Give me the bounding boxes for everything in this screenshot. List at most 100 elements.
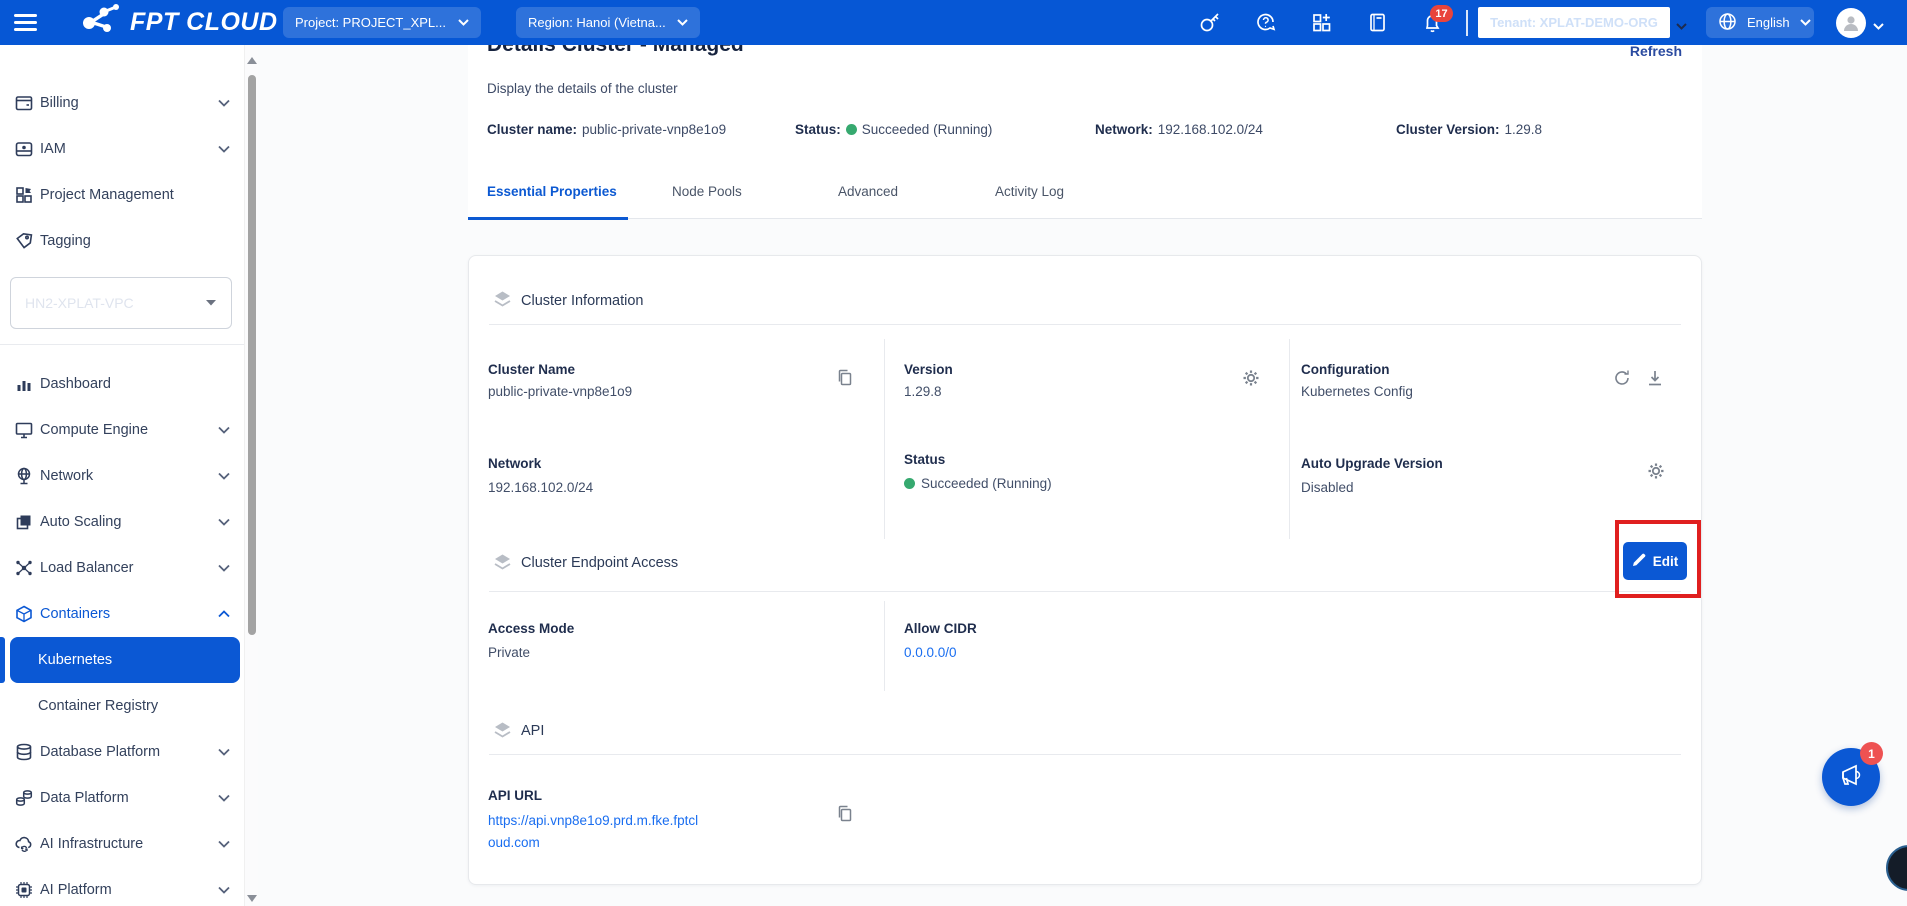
- main-content: Details Cluster - Managed Refresh Displa…: [258, 45, 1907, 906]
- field-label-configuration: Configuration: [1301, 362, 1389, 377]
- gear-icon[interactable]: [1241, 368, 1261, 388]
- field-value-configuration: Kubernetes Config: [1301, 384, 1413, 399]
- sidebar-item-network[interactable]: Network: [0, 453, 244, 499]
- hamburger-menu-icon[interactable]: [14, 11, 40, 33]
- gear-icon[interactable]: [1646, 461, 1666, 481]
- api-key-icon[interactable]: [1198, 11, 1221, 34]
- scroll-up-arrow[interactable]: [247, 57, 257, 64]
- sidebar-item-project-management[interactable]: Project Management: [0, 172, 244, 218]
- tenant-selector-dropdown[interactable]: Tenant: XPLAT-DEMO-ORG: [1478, 7, 1670, 38]
- tab-essential-properties[interactable]: Essential Properties: [487, 184, 617, 199]
- section-title-cluster-information: Cluster Information: [521, 293, 644, 309]
- chevron-down-icon[interactable]: [1873, 17, 1884, 35]
- tab-advanced[interactable]: Advanced: [838, 184, 898, 199]
- sidebar-item-containers[interactable]: Containers: [0, 591, 244, 637]
- api-url-link[interactable]: https://api.vnp8e1o9.prd.m.fke.fptcloud.…: [488, 810, 702, 854]
- region-selector-dropdown[interactable]: Region: Hanoi (Vietna...: [516, 7, 700, 38]
- page-subtitle: Display the details of the cluster: [487, 81, 678, 96]
- field-value-cluster-name: public-private-vnp8e1o9: [488, 384, 632, 399]
- scrollbar-thumb[interactable]: [248, 75, 256, 635]
- layered-squares-icon: [14, 512, 34, 532]
- sidebar-scrollbar[interactable]: [244, 45, 258, 906]
- field-value-allow-cidr[interactable]: 0.0.0.0/0: [904, 645, 957, 660]
- active-tab-underline: [468, 217, 628, 221]
- vpc-selector-dropdown[interactable]: HN2-XPLAT-VPC: [10, 277, 232, 329]
- status-dot-green: [904, 478, 915, 489]
- user-avatar[interactable]: [1836, 8, 1866, 38]
- sidebar-item-iam[interactable]: IAM: [0, 126, 244, 172]
- layers-icon: [493, 553, 512, 572]
- container-cube-icon: [14, 604, 34, 624]
- sidebar-item-auto-scaling[interactable]: Auto Scaling: [0, 499, 244, 545]
- sidebar-item-ai-platform[interactable]: AI Platform: [0, 867, 244, 906]
- column-divider: [884, 601, 885, 691]
- page-header: Details Cluster - Managed Refresh Displa…: [468, 45, 1702, 219]
- apps-grid-icon[interactable]: [1310, 11, 1333, 34]
- language-selector-dropdown[interactable]: English: [1706, 7, 1814, 38]
- sidebar-item-database-platform[interactable]: Database Platform: [0, 729, 244, 775]
- sidebar-item-ai-infrastructure[interactable]: AI Infrastructure: [0, 821, 244, 867]
- refresh-config-icon[interactable]: [1612, 368, 1632, 388]
- layers-icon: [493, 290, 512, 309]
- chevron-down-icon[interactable]: [1676, 17, 1687, 35]
- column-divider: [884, 339, 885, 439]
- scroll-down-arrow[interactable]: [247, 895, 257, 902]
- sidebar-item-dashboard[interactable]: Dashboard: [0, 361, 244, 407]
- section-divider: [489, 591, 1681, 592]
- chevron-down-icon: [205, 294, 217, 312]
- field-value-network: 192.168.102.0/24: [488, 480, 593, 495]
- field-label-cluster-name: Cluster Name: [488, 362, 575, 377]
- globe-icon: [1718, 12, 1737, 34]
- chevron-down-icon: [218, 94, 230, 112]
- chevron-down-icon: [458, 19, 469, 26]
- chevron-down-icon: [218, 789, 230, 807]
- fpt-cloud-logo: FPT CLOUD: [80, 0, 278, 45]
- chevron-down-icon: [218, 881, 230, 899]
- ai-chip-icon: [14, 880, 34, 900]
- copy-icon[interactable]: [835, 804, 855, 824]
- sidebar-item-load-balancer[interactable]: Load Balancer: [0, 545, 244, 591]
- copy-icon[interactable]: [835, 368, 855, 388]
- chevron-down-icon: [218, 835, 230, 853]
- project-selector-dropdown[interactable]: Project: PROJECT_XPL...: [283, 7, 481, 38]
- tag-icon: [14, 231, 34, 251]
- chevron-down-icon: [218, 467, 230, 485]
- summary-status: Status:Succeeded (Running): [795, 122, 992, 137]
- tab-activity-log[interactable]: Activity Log: [995, 184, 1064, 199]
- field-label-allow-cidr: Allow CIDR: [904, 621, 977, 636]
- field-value-auto-upgrade: Disabled: [1301, 480, 1354, 495]
- field-label-api-url: API URL: [488, 788, 542, 803]
- field-value-status: Succeeded (Running): [904, 476, 1052, 491]
- field-value-version: 1.29.8: [904, 384, 942, 399]
- sidebar-subitem-container-registry[interactable]: Container Registry: [10, 683, 240, 729]
- documentation-icon[interactable]: [1366, 11, 1389, 34]
- chevron-down-icon: [218, 559, 230, 577]
- column-divider: [1289, 439, 1290, 539]
- edit-endpoint-button[interactable]: Edit: [1623, 542, 1687, 580]
- cluster-details-card: Cluster Information Cluster Name public-…: [468, 255, 1702, 885]
- sidebar-item-data-platform[interactable]: Data Platform: [0, 775, 244, 821]
- data-stack-icon: [14, 788, 34, 808]
- download-icon[interactable]: [1645, 368, 1665, 388]
- field-label-status: Status: [904, 452, 945, 467]
- column-divider: [884, 439, 885, 539]
- field-value-access-mode: Private: [488, 645, 530, 660]
- chevron-down-icon: [218, 743, 230, 761]
- nodes-network-icon: [14, 558, 34, 578]
- status-dot-green: [846, 124, 857, 135]
- database-icon: [14, 742, 34, 762]
- sidebar-item-billing[interactable]: Billing: [0, 80, 244, 126]
- refresh-button[interactable]: Refresh: [1630, 45, 1682, 59]
- field-label-auto-upgrade: Auto Upgrade Version: [1301, 456, 1443, 471]
- section-divider: [489, 324, 1681, 325]
- field-label-access-mode: Access Mode: [488, 621, 574, 636]
- sidebar-item-tagging[interactable]: Tagging: [0, 218, 244, 264]
- summary-cluster-name: Cluster name:public-private-vnp8e1o9: [487, 122, 726, 137]
- column-divider: [1289, 339, 1290, 439]
- field-label-version: Version: [904, 362, 953, 377]
- sidebar-subitem-kubernetes[interactable]: Kubernetes: [10, 637, 240, 683]
- tab-node-pools[interactable]: Node Pools: [672, 184, 742, 199]
- chevron-down-icon: [1800, 19, 1811, 26]
- sidebar-item-compute-engine[interactable]: Compute Engine: [0, 407, 244, 453]
- help-support-icon[interactable]: [1254, 11, 1277, 34]
